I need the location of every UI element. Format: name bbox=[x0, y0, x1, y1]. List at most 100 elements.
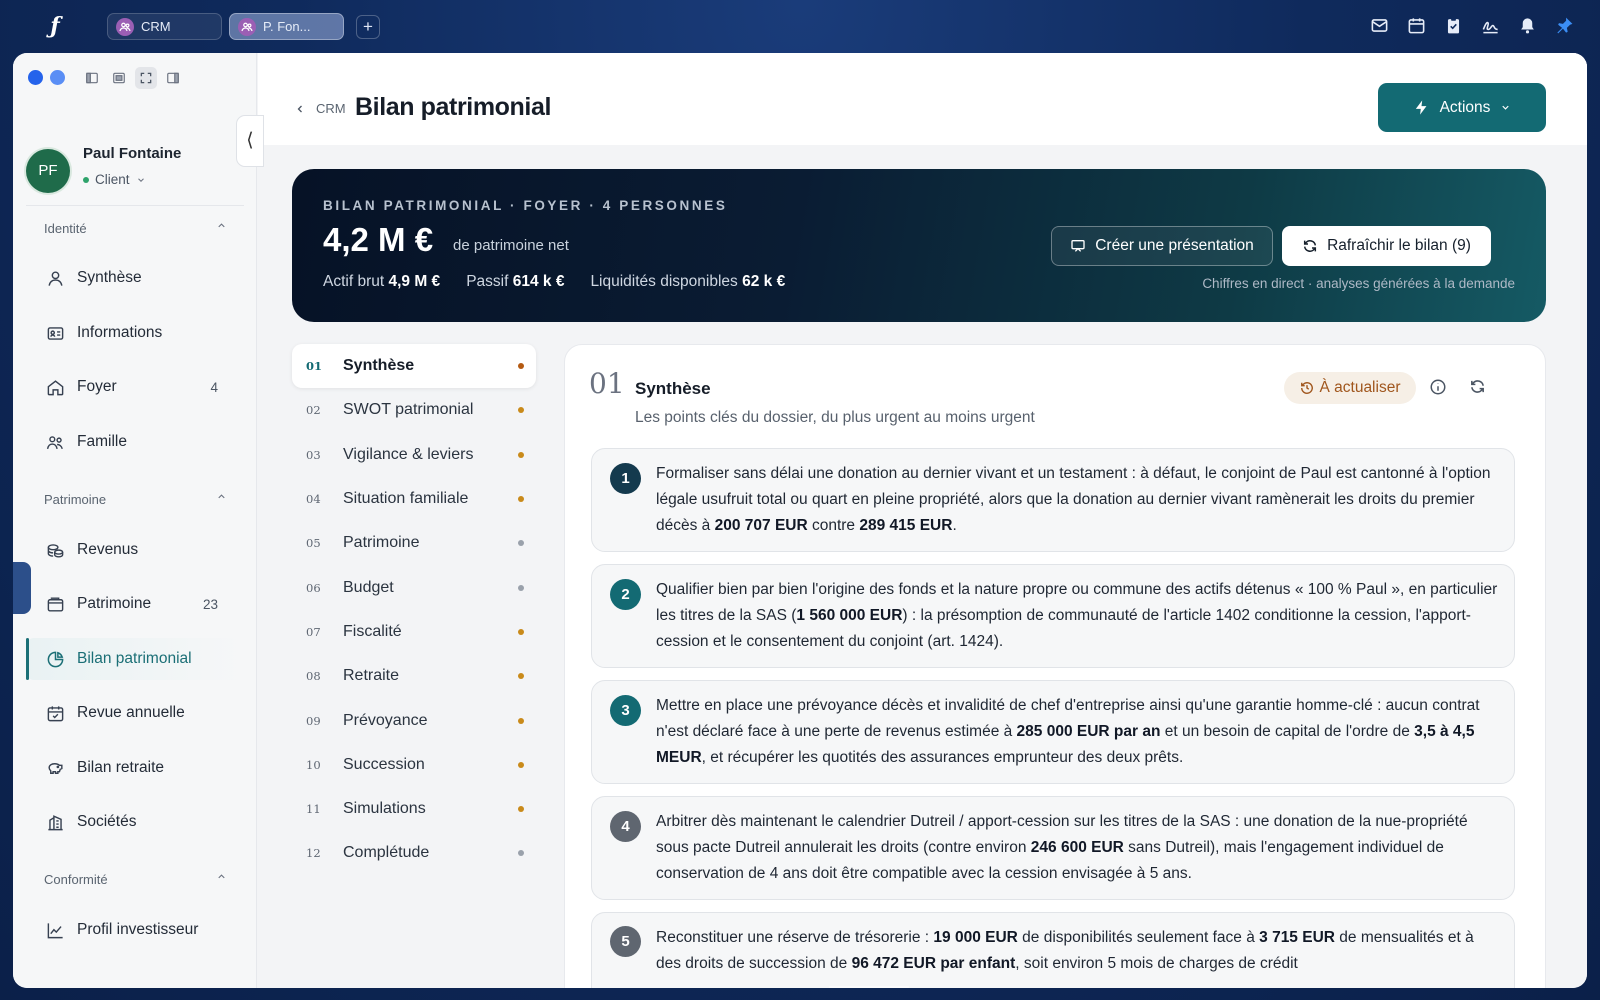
section-nav-label: Retraite bbox=[343, 667, 400, 685]
key-point-card: 4 Arbitrer dès maintenant le calendrier D… bbox=[591, 796, 1515, 900]
section-nav-number: 03 bbox=[306, 447, 321, 462]
section-nav: 01 Synthèse 02 SWOT patrimonial 03 Vigilance … bbox=[292, 344, 536, 876]
stat-actif-brut: Actif brut 4,9 M € bbox=[323, 273, 441, 290]
section-nav-item[interactable]: 09 Prévoyance bbox=[292, 698, 536, 742]
section-nav-item[interactable]: 11 Simulations bbox=[292, 787, 536, 831]
bell-icon[interactable] bbox=[1518, 16, 1537, 35]
section-nav-item[interactable]: 07 Fiscalité bbox=[292, 610, 536, 654]
key-point-number: 1 bbox=[610, 463, 641, 494]
section-nav-item[interactable]: 03 Vigilance & leviers bbox=[292, 433, 536, 477]
status-dot-icon bbox=[518, 584, 524, 591]
layout-center-icon[interactable] bbox=[108, 67, 130, 89]
info-icon[interactable] bbox=[1429, 378, 1449, 398]
layout-sidebar-right-icon[interactable] bbox=[162, 67, 184, 89]
presentation-icon bbox=[1071, 240, 1085, 252]
section-label: Identité bbox=[44, 221, 87, 236]
sidebar-item-label: Revenus bbox=[77, 541, 139, 558]
sidebar-item-label: Famille bbox=[77, 433, 127, 450]
key-point-number: 4 bbox=[610, 811, 641, 842]
sidebar-item-bilan-retraite[interactable]: Bilan retraite bbox=[26, 747, 244, 789]
sidebar-item-societes[interactable]: Sociétés bbox=[26, 801, 244, 843]
tab-client[interactable]: P. Fon... bbox=[229, 13, 344, 40]
status-dot-icon bbox=[518, 806, 524, 813]
key-point-text: Qualifier bien par bien l'origine des fo… bbox=[656, 581, 1498, 650]
net-worth-amount: 4,2 M € bbox=[323, 221, 434, 258]
section-nav-label: Vigilance & leviers bbox=[343, 445, 474, 463]
collapse-sidebar-button[interactable]: ⟨ bbox=[236, 115, 264, 167]
sidebar-item-informations[interactable]: Informations bbox=[26, 312, 244, 354]
client-profile[interactable]: PF Paul Fontaine Client bbox=[26, 145, 246, 195]
stat-liquidites: Liquidités disponibles 62 k € bbox=[590, 273, 786, 290]
sidebar-item-patrimoine[interactable]: Patrimoine 23 bbox=[26, 583, 244, 625]
new-tab-button[interactable]: + bbox=[356, 15, 380, 39]
window-control-dot[interactable] bbox=[50, 70, 65, 85]
side-panel-handle[interactable] bbox=[13, 562, 31, 614]
section-nav-label: Succession bbox=[343, 755, 425, 773]
key-point-number: 2 bbox=[610, 579, 641, 610]
status-dot-icon bbox=[518, 451, 524, 458]
section-nav-item[interactable]: 12 Complétude bbox=[292, 831, 536, 875]
section-nav-item[interactable]: 10 Succession bbox=[292, 743, 536, 787]
status-badge[interactable]: À actualiser bbox=[1284, 372, 1416, 404]
status-dot-icon bbox=[518, 496, 524, 503]
breadcrumb[interactable]: CRM bbox=[294, 101, 346, 116]
key-point-card: 3 Mettre en place une prévoyance décès et… bbox=[591, 680, 1515, 784]
sidebar-item-label: Bilan retraite bbox=[77, 759, 165, 776]
section-nav-number: 09 bbox=[306, 713, 321, 728]
window-control-dot[interactable] bbox=[28, 70, 43, 85]
section-nav-label: Synthèse bbox=[343, 357, 415, 375]
chevron-left-icon bbox=[297, 105, 302, 112]
section-nav-item[interactable]: 02 SWOT patrimonial bbox=[292, 388, 536, 432]
section-conformite[interactable]: Conformité bbox=[44, 872, 225, 887]
sidebar-item-label: Bilan patrimonial bbox=[77, 650, 192, 667]
clipboard-check-icon[interactable] bbox=[1444, 16, 1463, 35]
sidebar-item-profil-investisseur[interactable]: Profil investisseur bbox=[26, 909, 244, 951]
sidebar-item-revenus[interactable]: Revenus bbox=[26, 529, 244, 571]
section-nav-number: 07 bbox=[306, 624, 321, 639]
fullscreen-icon[interactable] bbox=[135, 67, 157, 89]
section-nav-number: 05 bbox=[306, 536, 321, 551]
create-presentation-button[interactable]: Créer une présentation bbox=[1051, 226, 1273, 266]
key-point-text: Arbitrer dès maintenant le calendrier Du… bbox=[656, 813, 1468, 882]
create-presentation-label: Créer une présentation bbox=[1095, 237, 1254, 254]
section-patrimoine[interactable]: Patrimoine bbox=[44, 492, 225, 507]
scroll-indicator bbox=[829, 986, 909, 988]
key-point-number: 3 bbox=[610, 695, 641, 726]
users-icon bbox=[116, 17, 134, 36]
sidebar-item-synthese[interactable]: Synthèse bbox=[26, 257, 244, 299]
calendar-icon[interactable] bbox=[1407, 16, 1426, 35]
sidebar-item-label: Sociétés bbox=[77, 813, 137, 830]
wallet-icon bbox=[44, 593, 66, 615]
refresh-report-button[interactable]: Rafraîchir le bilan (9) bbox=[1282, 226, 1491, 266]
section-nav-item[interactable]: 08 Retraite bbox=[292, 654, 536, 698]
section-nav-number: 08 bbox=[306, 669, 321, 684]
client-status[interactable]: Client bbox=[83, 172, 146, 187]
status-dot-icon bbox=[518, 761, 524, 768]
section-nav-item[interactable]: 05 Patrimoine bbox=[292, 521, 536, 565]
section-identite[interactable]: Identité bbox=[44, 221, 225, 236]
actions-button[interactable]: Actions bbox=[1378, 83, 1546, 132]
section-nav-item[interactable]: 01 Synthèse bbox=[292, 344, 536, 389]
net-worth-caption: de patrimoine net bbox=[453, 237, 569, 254]
mail-icon[interactable] bbox=[1370, 16, 1389, 35]
section-nav-item[interactable]: 06 Budget bbox=[292, 565, 536, 609]
refresh-icon[interactable] bbox=[1469, 378, 1489, 398]
sidebar-item-revue-annuelle[interactable]: Revue annuelle bbox=[26, 692, 244, 734]
stat-passif: Passif 614 k € bbox=[466, 273, 565, 290]
signature-icon[interactable] bbox=[1481, 16, 1500, 35]
pin-icon[interactable] bbox=[1555, 16, 1574, 35]
tab-crm[interactable]: CRM bbox=[107, 13, 222, 40]
main-content: CRM Bilan patrimonial Actions BILAN PATR… bbox=[258, 53, 1587, 988]
chevron-up-icon bbox=[216, 491, 227, 505]
client-name: Paul Fontaine bbox=[83, 145, 182, 162]
building-icon bbox=[44, 811, 66, 833]
sidebar-item-bilan-patrimonial[interactable]: Bilan patrimonial bbox=[26, 638, 244, 680]
layout-sidebar-left-icon[interactable] bbox=[81, 67, 103, 89]
sidebar-item-foyer[interactable]: Foyer 4 bbox=[26, 366, 244, 408]
sidebar-item-famille[interactable]: Famille bbox=[26, 421, 244, 463]
status-dot-icon bbox=[518, 673, 524, 680]
app-logo-icon[interactable]: ƒ bbox=[44, 14, 66, 38]
key-point-text: Mettre en place une prévoyance décès et … bbox=[656, 697, 1480, 766]
family-icon bbox=[44, 431, 66, 453]
section-nav-item[interactable]: 04 Situation familiale bbox=[292, 477, 536, 521]
